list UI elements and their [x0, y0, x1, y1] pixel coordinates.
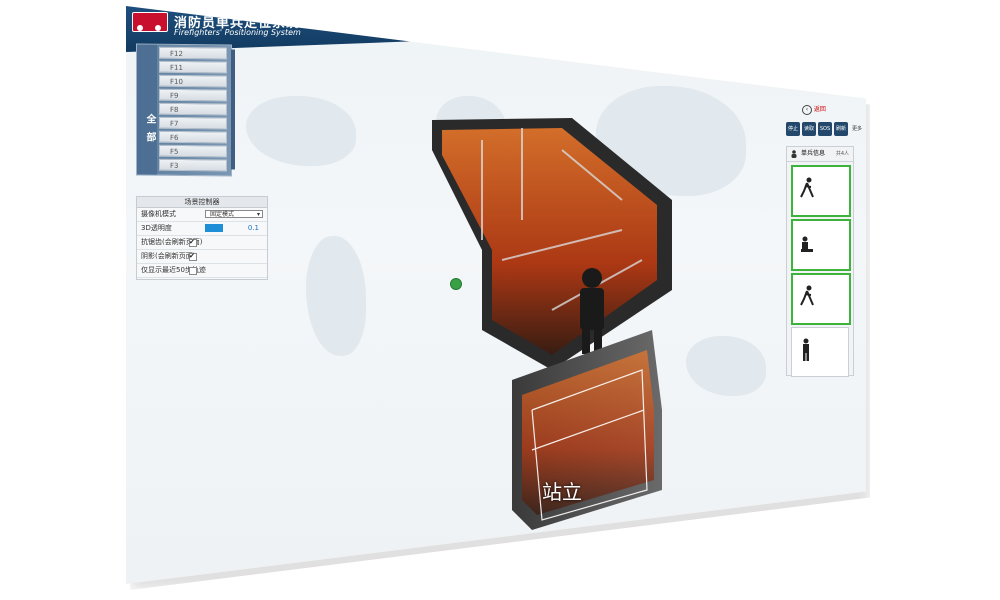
opacity-label: 3D透明度	[141, 224, 172, 232]
header-bar: 消防员单兵定位系统 Firefighters' Positioning Syst…	[126, 6, 866, 52]
floor-scrollbar[interactable]	[231, 49, 235, 170]
standing-person-icon	[803, 338, 809, 361]
shadow-row: 阴影(会刷新页面)	[137, 250, 267, 264]
antialias-checkbox[interactable]	[189, 236, 197, 249]
user-icon	[791, 150, 797, 158]
running-person-icon	[800, 285, 814, 306]
location-marker[interactable]	[450, 278, 462, 290]
map-continent	[306, 236, 366, 356]
app-subtitle: Firefighters' Positioning System	[174, 28, 301, 37]
action-toolbar: 停止 读取 SOS 刷新 更多	[786, 122, 862, 138]
more-button[interactable]: 更多	[850, 122, 864, 136]
floor-item[interactable]: F11	[159, 60, 227, 74]
floor-all-button[interactable]: 全部	[137, 44, 157, 175]
floor-item[interactable]: F10	[159, 74, 227, 88]
back-arrow-icon: ‹	[802, 105, 812, 115]
building-3d-view[interactable]	[422, 110, 702, 530]
controller-title: 场景控制器	[137, 197, 267, 208]
firefighter-panel: 单兵信息 共4人	[786, 146, 854, 377]
fire-truck-logo-icon	[132, 12, 168, 32]
floor-item[interactable]: F6	[159, 130, 227, 144]
floor-item[interactable]: F3	[159, 158, 227, 172]
opacity-value: 0.1	[247, 224, 259, 232]
antialias-row: 抗锯齿(会刷新页面)	[137, 236, 267, 250]
camera-mode-select[interactable]: 固定模式	[205, 210, 263, 219]
firefighter-status-label: 站立	[542, 480, 582, 504]
firefighter-card[interactable]	[791, 327, 849, 377]
track-checkbox[interactable]	[189, 267, 197, 275]
panel-count: 共4人	[835, 151, 849, 157]
floor-item[interactable]: F12	[159, 46, 227, 60]
floor-item[interactable]: F7	[159, 116, 227, 130]
track-row: 仅显示最近50步轨迹	[137, 264, 267, 278]
running-person-icon	[800, 177, 814, 198]
opacity-row: 3D透明度 0.1	[137, 222, 267, 236]
firefighter-card[interactable]	[791, 219, 851, 271]
app-screen: 消防员单兵定位系统 Firefighters' Positioning Syst…	[126, 6, 866, 584]
floor-list: F12 F11 F10 F9 F8 F7 F6 F5 F3	[159, 46, 227, 174]
shadow-checkbox[interactable]	[189, 250, 197, 263]
opacity-slider[interactable]	[205, 224, 223, 232]
floor-item[interactable]: F5	[159, 144, 227, 158]
camera-mode-label: 摄像机模式	[141, 210, 176, 218]
camera-mode-row: 摄像机模式 固定模式	[137, 208, 267, 222]
return-label: 返回	[813, 106, 826, 113]
sos-button[interactable]: SOS	[818, 122, 832, 136]
floor-item[interactable]: F8	[159, 102, 227, 116]
refresh-button[interactable]: 刷新	[834, 122, 848, 136]
panel-header: 单兵信息 共4人	[787, 147, 853, 162]
crouching-person-icon	[801, 236, 813, 252]
stop-button[interactable]: 停止	[786, 122, 800, 136]
read-button[interactable]: 读取	[802, 122, 816, 136]
firefighter-card[interactable]	[791, 273, 851, 325]
return-button[interactable]: ‹ 返回	[802, 104, 842, 115]
shadow-label: 阴影(会刷新页面)	[141, 252, 196, 260]
floor-item[interactable]: F9	[159, 88, 227, 102]
firefighter-card[interactable]	[791, 165, 851, 217]
floor-selector: 全部 F12 F11 F10 F9 F8 F7 F6 F5 F3	[136, 43, 235, 177]
map-continent	[246, 96, 356, 166]
scene-controller: 场景控制器 摄像机模式 固定模式 3D透明度 0.1 抗锯齿(会刷新页面) 阴影…	[136, 196, 268, 280]
panel-title: 单兵信息	[801, 150, 826, 157]
